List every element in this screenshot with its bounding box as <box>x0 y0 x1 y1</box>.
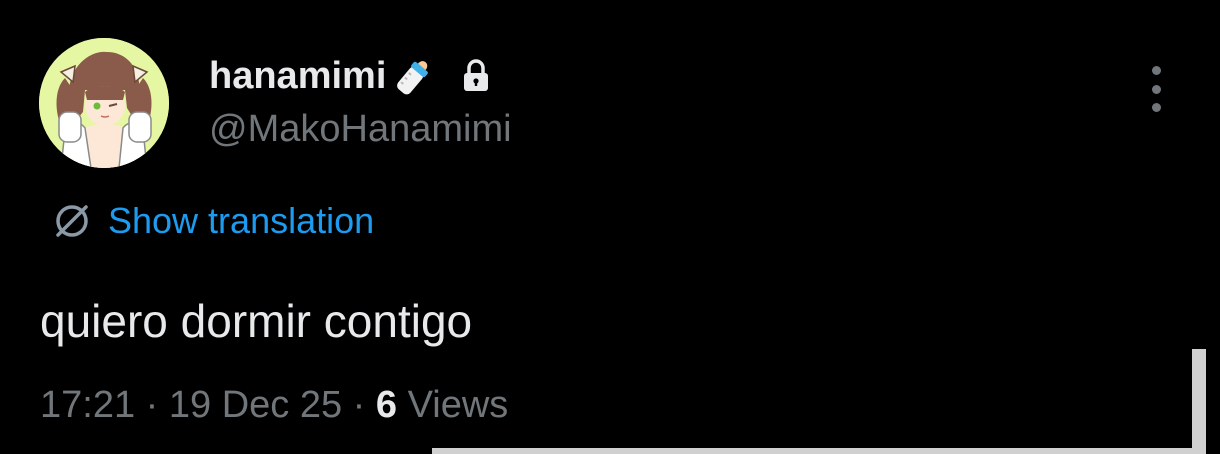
display-name[interactable]: hanamimi <box>209 50 492 102</box>
globe-icon <box>50 199 94 243</box>
tweet-time[interactable]: 17:21 <box>40 384 135 426</box>
tweet: hanamimi @MakoHanamimi Show translation … <box>0 0 1220 454</box>
meta-separator: · <box>352 384 376 426</box>
meta-separator: · <box>145 384 169 426</box>
baby-bottle-icon <box>388 50 440 102</box>
more-options-button[interactable] <box>1136 66 1176 112</box>
more-options-dot <box>1151 103 1161 112</box>
show-translation-label: Show translation <box>108 200 375 241</box>
views-count[interactable]: 6 <box>376 384 397 426</box>
show-translation-button[interactable]: Show translation <box>50 198 374 244</box>
screenshot-overlay-edge <box>432 349 1206 454</box>
more-options-dot <box>1151 84 1161 94</box>
lock-icon <box>460 58 492 94</box>
display-name-text: hanamimi <box>209 55 387 97</box>
tweet-text: quiero dormir contigo <box>40 295 473 347</box>
author-handle[interactable]: @MakoHanamimi <box>209 106 512 152</box>
more-options-icon <box>1151 66 1161 75</box>
avatar[interactable] <box>39 38 169 168</box>
avatar-image <box>39 38 169 168</box>
tweet-date[interactable]: 19 Dec 25 <box>169 384 342 426</box>
